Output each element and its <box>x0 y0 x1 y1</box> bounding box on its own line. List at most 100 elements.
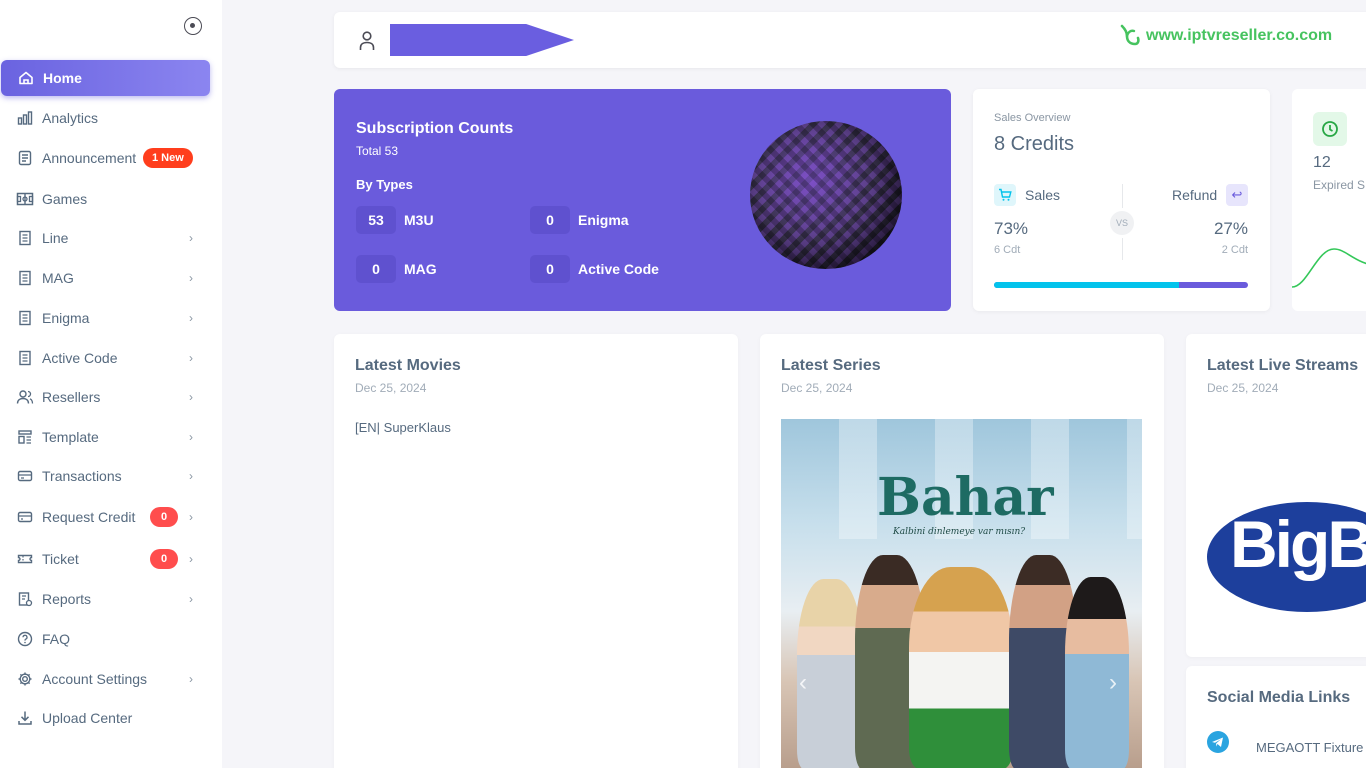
sidebar-item-label: FAQ <box>42 631 71 647</box>
chevron-right-icon: › <box>189 672 193 686</box>
sidebar-item-template[interactable]: Template › <box>0 419 222 455</box>
sidebar-item-label: Games <box>42 191 88 207</box>
clock-icon <box>1313 112 1347 146</box>
file-list-icon <box>16 349 34 367</box>
type-label: MAG <box>404 261 437 277</box>
sidebar-item-analytics[interactable]: Analytics <box>0 100 222 136</box>
sidebar-item-label: Announcement <box>42 150 137 166</box>
refund-label: Refund <box>1172 187 1218 203</box>
sidebar-item-label: Transactions <box>42 468 122 484</box>
football-field-icon <box>16 190 34 208</box>
subscription-total: Total 53 <box>356 144 399 158</box>
type-count: 0 <box>530 206 570 234</box>
file-list-icon <box>16 269 34 287</box>
social-media-card: Social Media Links MEGAOTT Fixture <box>1186 666 1366 768</box>
sales-label: Sales <box>1025 187 1061 203</box>
sidebar-item-label: Request Credit <box>42 509 136 525</box>
sales-progress-fill <box>994 282 1180 288</box>
refund-arrow-icon: ↩ <box>1226 184 1248 206</box>
movie-image[interactable]: [EN| SuperKlaus <box>355 420 451 435</box>
sidebar-item-ticket[interactable]: Ticket 0 › <box>0 541 222 577</box>
brand-url: www.iptvreseller.co.com <box>1146 27 1333 44</box>
sidebar: Home Analytics Announcement 1 New Games <box>0 0 222 768</box>
sales-refund-progress <box>994 282 1248 288</box>
credit-card-icon <box>16 508 34 526</box>
social-link[interactable]: MEGAOTT Fixture <box>1256 740 1363 755</box>
sidebar-item-transactions[interactable]: Transactions › <box>0 458 222 494</box>
sales-overview-card: Sales Overview 8 Credits Sales Refund ↩ … <box>973 89 1270 311</box>
sidebar-item-games[interactable]: Games <box>0 181 222 217</box>
expired-count: 12 <box>1313 154 1331 171</box>
latest-series-card: Latest Series Dec 25, 2024 Bahar Kalbini… <box>760 334 1164 768</box>
sidebar-item-active-code[interactable]: Active Code › <box>0 340 222 376</box>
type-label: M3U <box>404 212 434 228</box>
sidebar-item-request-credit[interactable]: Request Credit 0 › <box>0 499 222 535</box>
sales-overview-label: Sales Overview <box>994 112 1071 124</box>
home-icon <box>17 69 35 87</box>
vs-badge: VS <box>1110 211 1134 235</box>
sidebar-item-line[interactable]: Line › <box>0 220 222 256</box>
sidebar-item-label: Upload Center <box>42 710 133 726</box>
template-icon <box>16 428 34 446</box>
chevron-left-icon[interactable]: ‹ <box>799 669 807 697</box>
sidebar-item-announcement[interactable]: Announcement 1 New <box>0 140 222 176</box>
card-date: Dec 25, 2024 <box>781 381 853 395</box>
ticket-icon <box>16 550 34 568</box>
sidebar-item-faq[interactable]: FAQ <box>0 621 222 657</box>
poster-person <box>1065 577 1129 768</box>
sidebar-item-mag[interactable]: MAG › <box>0 260 222 296</box>
type-label: Active Code <box>578 261 659 277</box>
users-icon <box>16 388 34 406</box>
user-name-banner <box>390 24 574 56</box>
subscription-title: Subscription Counts <box>356 120 514 137</box>
by-types-heading: By Types <box>356 177 413 192</box>
sidebar-item-label: Home <box>43 70 82 86</box>
chevron-right-icon: › <box>189 271 193 285</box>
movie-image-alt: [EN| SuperKlaus <box>355 420 451 435</box>
chevron-right-icon: › <box>189 231 193 245</box>
sidebar-item-label: Reports <box>42 591 92 607</box>
sidebar-item-label: Resellers <box>42 389 101 405</box>
new-badge: 1 New <box>143 148 193 168</box>
type-row-active-code: 0 Active Code <box>530 255 659 283</box>
sidebar-item-label: Account Settings <box>42 671 148 687</box>
file-list-icon <box>16 229 34 247</box>
card-title: Latest Movies <box>355 357 461 374</box>
report-icon <box>16 590 34 608</box>
user-icon[interactable] <box>358 30 376 52</box>
sidebar-item-reports[interactable]: Reports › <box>0 581 222 617</box>
brand-mark-icon <box>1118 22 1140 50</box>
sidebar-item-label: MAG <box>42 270 74 286</box>
sidebar-item-resellers[interactable]: Resellers › <box>0 379 222 415</box>
type-row-mag: 0 MAG <box>356 255 437 283</box>
credits-value: 8 Credits <box>994 133 1075 155</box>
stream-logo-text: BigB <box>1230 507 1366 581</box>
subscription-counts-card: Subscription Counts Total 53 By Types 53… <box>334 89 951 311</box>
count-badge: 0 <box>150 507 178 527</box>
divider <box>1122 238 1123 260</box>
sales-percent: 73% <box>994 219 1029 238</box>
chevron-right-icon: › <box>189 311 193 325</box>
sidebar-item-enigma[interactable]: Enigma › <box>0 300 222 336</box>
document-icon <box>16 149 34 167</box>
chevron-right-icon[interactable]: › <box>1109 669 1117 697</box>
brand-logo[interactable]: www.iptvreseller.co.com <box>1118 22 1332 50</box>
type-count: 53 <box>356 206 396 234</box>
sidebar-item-home[interactable]: Home <box>1 60 210 96</box>
sidebar-item-upload-center[interactable]: Upload Center <box>0 700 222 736</box>
card-title: Latest Live Streams <box>1207 357 1359 374</box>
latest-movies-card: Latest Movies Dec 25, 2024 [EN| SuperKla… <box>334 334 738 768</box>
sidebar-item-label: Ticket <box>42 551 79 567</box>
sidebar-item-label: Active Code <box>42 350 118 366</box>
collapse-sidebar-icon[interactable] <box>184 17 202 35</box>
decorative-sphere-image <box>750 121 902 269</box>
sidebar-item-label: Enigma <box>42 310 90 326</box>
chevron-right-icon: › <box>189 510 193 524</box>
chevron-right-icon: › <box>189 552 193 566</box>
bar-chart-icon <box>16 109 34 127</box>
expired-card: 12 Expired S <box>1292 89 1366 311</box>
series-poster[interactable]: Bahar Kalbini dinlemeye var mısın? ‹ › <box>781 419 1142 768</box>
sidebar-item-account-settings[interactable]: Account Settings › <box>0 661 222 697</box>
type-count: 0 <box>356 255 396 283</box>
poster-title: Bahar <box>877 467 1054 528</box>
